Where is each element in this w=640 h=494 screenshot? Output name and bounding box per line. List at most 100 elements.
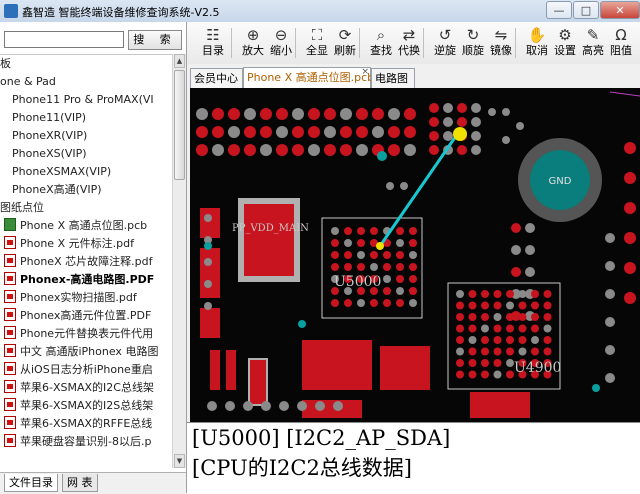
pcb-canvas[interactable]: GND PP_VDD_MAIN U5000 U4900 xyxy=(190,88,640,422)
tree-item-label: PhoneX高通(VIP) xyxy=(12,183,102,196)
pad xyxy=(624,232,636,244)
tree-item[interactable]: Phone X 元件标注.pdf xyxy=(4,235,134,253)
u5000-pad xyxy=(396,227,404,235)
tree-item[interactable]: PhoneX 芯片故障注释.pdf xyxy=(4,253,152,271)
tree-item[interactable]: PhoneX高通(VIP) xyxy=(12,181,102,199)
u4900-pad xyxy=(493,290,502,298)
settings-icon: ⚙ xyxy=(558,26,572,44)
u5000-pad xyxy=(409,263,417,271)
pad xyxy=(605,345,615,355)
net-info-panel: [U5000] [I2C2_AP_SDA] [CPU的I2C2总线数据] xyxy=(187,422,640,494)
via xyxy=(298,320,306,328)
tree-item-label: 苹果6-XSMAX的RFFE总线 xyxy=(20,417,153,430)
tree-item[interactable]: PhoneXSMAX(VIP) xyxy=(12,163,111,181)
tree-item[interactable]: PhoneXR(VIP) xyxy=(12,127,87,145)
tree-item[interactable]: Phonex-高通电路图.PDF xyxy=(4,271,154,289)
mirror-icon: ⇋ xyxy=(494,26,508,44)
u4900-pad xyxy=(493,370,502,379)
u5000-pad xyxy=(409,287,417,295)
toolbar-button-resistance[interactable]: Ω 阻值 xyxy=(607,24,635,62)
u4900-pad xyxy=(456,324,464,333)
pad xyxy=(429,145,439,155)
pcb-board[interactable]: GND PP_VDD_MAIN U5000 U4900 xyxy=(190,88,640,422)
pad xyxy=(605,233,615,243)
pad xyxy=(210,350,220,390)
tree-item[interactable]: Phone元件替换表元件代用 xyxy=(4,325,153,343)
tree-item[interactable]: 从iOS日志分析iPhone重启 xyxy=(4,361,153,379)
scroll-up-arrow-icon[interactable]: ▲ xyxy=(174,54,185,68)
tree-item[interactable]: Phone11 Pro & ProMAX(VI xyxy=(12,91,154,109)
close-tab-icon[interactable]: × xyxy=(361,63,369,82)
u4900-pad xyxy=(456,301,464,310)
u4900-pad xyxy=(493,359,502,367)
tab-pcb-file[interactable]: Phone X 高通点位图.pcb × xyxy=(243,67,374,88)
tree-item[interactable]: Phonex实物扫描图.pdf xyxy=(4,289,137,307)
via xyxy=(592,384,600,392)
u4900-pad xyxy=(531,290,539,298)
toolbar-separator xyxy=(359,28,360,58)
tree-item[interactable]: 图纸点位 xyxy=(0,199,44,217)
tab-circuit-diagram[interactable]: 电路图 xyxy=(371,68,415,88)
tree-item[interactable]: Phone X 高通点位图.pcb xyxy=(4,217,147,235)
tree-scrollbar[interactable]: ▲ ▼ xyxy=(172,54,186,468)
tree-item[interactable]: 苹果6-XSMAX的RFFE总线 xyxy=(4,415,152,433)
u4900-pad xyxy=(518,301,527,310)
refresh-icon: ⟳ xyxy=(338,26,352,44)
u4900-pad xyxy=(493,324,502,333)
search-button[interactable]: 搜 索 xyxy=(128,30,182,50)
tree-item[interactable]: Phone11(VIP) xyxy=(12,109,86,127)
toolbar-button-replace[interactable]: ⇄ 代换 xyxy=(395,24,423,62)
fit-all-icon: ⛶ xyxy=(311,26,323,44)
pad xyxy=(471,131,481,141)
pad xyxy=(511,223,521,233)
tree-item-label: 苹果硬盘容量识别-8以后.p xyxy=(20,435,152,448)
toolbar-button-label: 镜像 xyxy=(490,44,512,57)
tab-netlist[interactable]: 网 表 xyxy=(62,474,98,492)
tab-file-directory[interactable]: 文件目录 xyxy=(4,474,58,492)
close-button[interactable]: ✕ xyxy=(600,1,640,19)
u4900-pad xyxy=(456,359,464,367)
tab-member-center[interactable]: 会员中心 xyxy=(190,68,243,88)
u4900-pad xyxy=(506,370,514,379)
u5000-pad xyxy=(357,263,365,271)
tree-item[interactable]: Phonex高通元件位置.PDF xyxy=(4,307,151,325)
tree-item[interactable]: 苹果硬盘容量识别-8以后.p xyxy=(4,433,151,451)
scroll-down-arrow-icon[interactable]: ▼ xyxy=(174,454,185,468)
pad xyxy=(340,126,352,138)
toolbar-button-directory[interactable]: ☷ 目录 xyxy=(199,24,227,62)
tree-item-label: 板 xyxy=(0,57,11,70)
minimize-button[interactable]: — xyxy=(546,1,572,19)
u4900-pad xyxy=(468,336,477,344)
tree-item[interactable]: PhoneXS(VIP) xyxy=(12,145,87,163)
pad xyxy=(502,108,510,116)
pad xyxy=(457,145,467,155)
tree-item-label: Phone X 元件标注.pdf xyxy=(20,237,134,250)
tree-item-label: PhoneX 芯片故障注释.pdf xyxy=(20,255,153,268)
tree-item[interactable]: 苹果6-XSMAX的I2C总线架 xyxy=(4,379,154,397)
toolbar-button-zoom-out[interactable]: ⊖ 缩小 xyxy=(267,24,295,62)
toolbar-button-refresh[interactable]: ⟳ 刷新 xyxy=(331,24,359,62)
tree-item[interactable]: one & Pad xyxy=(0,73,56,91)
pad xyxy=(226,350,236,390)
toolbar-button-mirror[interactable]: ⇋ 镜像 xyxy=(487,24,515,62)
tree-item[interactable]: 板 xyxy=(0,55,11,73)
tree-item[interactable]: 苹果6-XSMAX的I2S总线架 xyxy=(4,397,153,415)
pad xyxy=(443,131,453,141)
toolbar-button-label: 目录 xyxy=(202,44,224,57)
u4900-pad xyxy=(456,370,464,379)
search-icon: ⌕ xyxy=(376,26,386,44)
pad xyxy=(276,108,288,120)
u5000-pad xyxy=(331,239,339,247)
pad xyxy=(470,392,530,418)
pad xyxy=(372,126,384,138)
search-input[interactable] xyxy=(4,31,124,48)
pad xyxy=(525,245,535,255)
pdf-file-icon xyxy=(4,308,16,321)
scroll-thumb[interactable] xyxy=(174,70,185,180)
pad xyxy=(429,131,439,141)
pad xyxy=(204,280,212,288)
maximize-button[interactable]: □ xyxy=(573,1,599,19)
u4900-pad xyxy=(481,370,489,379)
tree-item[interactable]: 中文 高通版iPhonex 电路图 xyxy=(4,343,158,361)
pad xyxy=(244,144,256,156)
